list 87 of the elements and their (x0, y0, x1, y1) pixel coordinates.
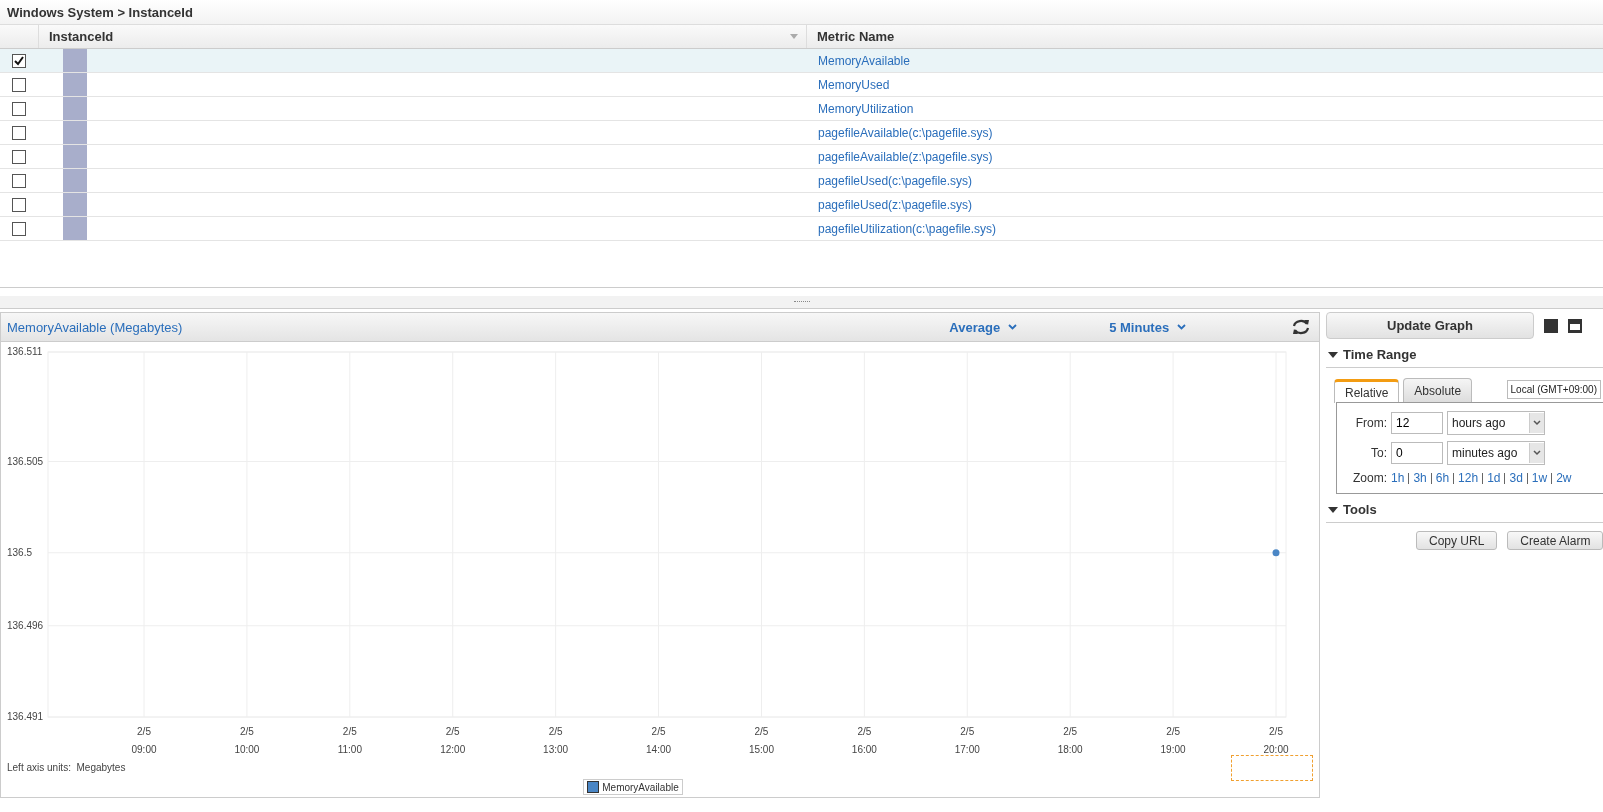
x-tick-label: 2/5 14:00 (646, 726, 672, 755)
tab[interactable]: Relative (1334, 379, 1400, 403)
checkbox[interactable] (12, 101, 26, 116)
x-tick-label: 2/5 13:00 (543, 726, 569, 755)
refresh-icon[interactable] (1291, 318, 1311, 336)
zoom-label: Zoom: (1353, 471, 1387, 485)
period-dropdown[interactable]: 5 Minutes (1109, 319, 1187, 335)
redacted-block (63, 49, 87, 72)
table-row[interactable]: pagefileUsed(z:\pagefile.sys) (0, 193, 1603, 217)
x-tick-label: 2/5 18:00 (1057, 726, 1083, 755)
field-label: From: (1354, 416, 1387, 430)
legend-item[interactable]: MemoryAvailable (583, 779, 683, 795)
x-tick-label: 2/5 10:00 (234, 726, 260, 755)
redacted-block (63, 73, 87, 96)
tab[interactable]: Absolute (1403, 378, 1473, 402)
redacted-block (63, 145, 87, 168)
checkbox[interactable] (12, 149, 26, 164)
y-tick-label: 136.491 (7, 711, 44, 722)
table-row[interactable]: pagefileAvailable(c:\pagefile.sys) (0, 121, 1603, 145)
x-tick-label: 2/5 16:00 (851, 726, 877, 755)
column-header[interactable]: Metric Name (806, 25, 1603, 48)
table-row[interactable]: pagefileUtilization(c:\pagefile.sys) (0, 217, 1603, 241)
x-tick-label: 2/5 09:00 (131, 726, 157, 755)
metric-link[interactable]: pagefileUtilization(c:\pagefile.sys) (806, 217, 1603, 240)
axis-units-label: Left axis units: Megabytes (7, 762, 126, 773)
x-tick-label: 2/5 20:00 (1263, 726, 1289, 755)
x-tick-label: 2/5 12:00 (440, 726, 466, 755)
column-header[interactable]: InstanceId (38, 25, 806, 48)
x-tick-label: 2/5 19:00 (1160, 726, 1186, 755)
input-field[interactable]: 12 (1391, 412, 1443, 434)
table-row[interactable]: MemoryAvailable (0, 49, 1603, 73)
redacted-block (63, 169, 87, 192)
y-tick-label: 136.511 (7, 346, 43, 357)
checkbox[interactable] (12, 173, 26, 188)
zoom-link[interactable]: 2w (1556, 471, 1572, 485)
metric-link[interactable]: MemoryUtilization (806, 97, 1603, 120)
y-tick-label: 136.496 (7, 619, 44, 631)
metric-link[interactable]: pagefileUsed(z:\pagefile.sys) (806, 193, 1603, 216)
metric-link[interactable]: MemoryUsed (806, 73, 1603, 96)
table-row[interactable]: pagefileUsed(c:\pagefile.sys) (0, 169, 1603, 193)
unit-select[interactable]: minutes ago (1447, 441, 1545, 465)
metric-link[interactable]: pagefileAvailable(c:\pagefile.sys) (806, 121, 1603, 144)
checkbox[interactable] (12, 197, 26, 212)
checkbox[interactable] (12, 221, 26, 236)
maximize-icon[interactable] (1568, 318, 1582, 333)
y-tick-label: 136.5 (7, 546, 33, 558)
zoom-link[interactable]: 3d (1509, 471, 1523, 485)
statistic-dropdown[interactable]: Average (949, 319, 1018, 335)
zoom-link[interactable]: 3h (1413, 471, 1427, 485)
redacted-block (63, 193, 87, 216)
x-tick-label: 2/5 11:00 (337, 726, 362, 755)
sort-icon (790, 34, 798, 39)
field-label: To: (1370, 446, 1387, 460)
redacted-block (63, 217, 87, 240)
chevron-down-icon (1533, 420, 1541, 426)
zoom-link[interactable]: 1w (1531, 471, 1548, 485)
checkbox[interactable] (12, 77, 26, 92)
redacted-block (63, 121, 87, 144)
y-tick-label: 136.505 (7, 455, 44, 467)
timezone-select[interactable]: Local (GMT+09:00) (1506, 380, 1601, 399)
zoom-link[interactable]: 12h (1458, 471, 1479, 485)
metric-link[interactable]: pagefileUsed(c:\pagefile.sys) (806, 169, 1603, 192)
table-row[interactable]: MemoryUsed (0, 73, 1603, 97)
metric-link[interactable]: pagefileAvailable(z:\pagefile.sys) (806, 145, 1603, 168)
tool-button[interactable]: Copy URL (1416, 531, 1498, 550)
table-row[interactable]: MemoryUtilization (0, 97, 1603, 121)
x-tick-label: 2/5 17:00 (954, 726, 980, 755)
chevron-down-icon (1533, 450, 1541, 456)
redacted-block (63, 97, 87, 120)
zoom-link[interactable]: 1d (1487, 471, 1501, 485)
tool-button[interactable]: Create Alarm (1507, 531, 1603, 550)
table-row[interactable]: pagefileAvailable(z:\pagefile.sys) (0, 145, 1603, 169)
input-field[interactable]: 0 (1391, 442, 1443, 464)
zoom-link[interactable]: 1h (1391, 471, 1405, 485)
data-point (1272, 549, 1280, 557)
update-graph-button[interactable]: Update Graph (1326, 312, 1534, 339)
checkbox[interactable] (12, 125, 26, 140)
graph-title: MemoryAvailable (Megabytes) (7, 319, 183, 335)
section-header[interactable]: Time Range (1326, 339, 1603, 368)
x-tick-label: 2/5 15:00 (748, 726, 774, 755)
chevron-down-icon (1008, 324, 1018, 330)
section-header[interactable]: Tools (1326, 494, 1603, 523)
checkbox[interactable] (12, 53, 26, 68)
metric-link[interactable]: MemoryAvailable (806, 49, 1603, 72)
zoom-link[interactable]: 6h (1435, 471, 1450, 485)
unit-select[interactable]: hours ago (1447, 411, 1545, 435)
chevron-down-icon (1177, 324, 1187, 330)
